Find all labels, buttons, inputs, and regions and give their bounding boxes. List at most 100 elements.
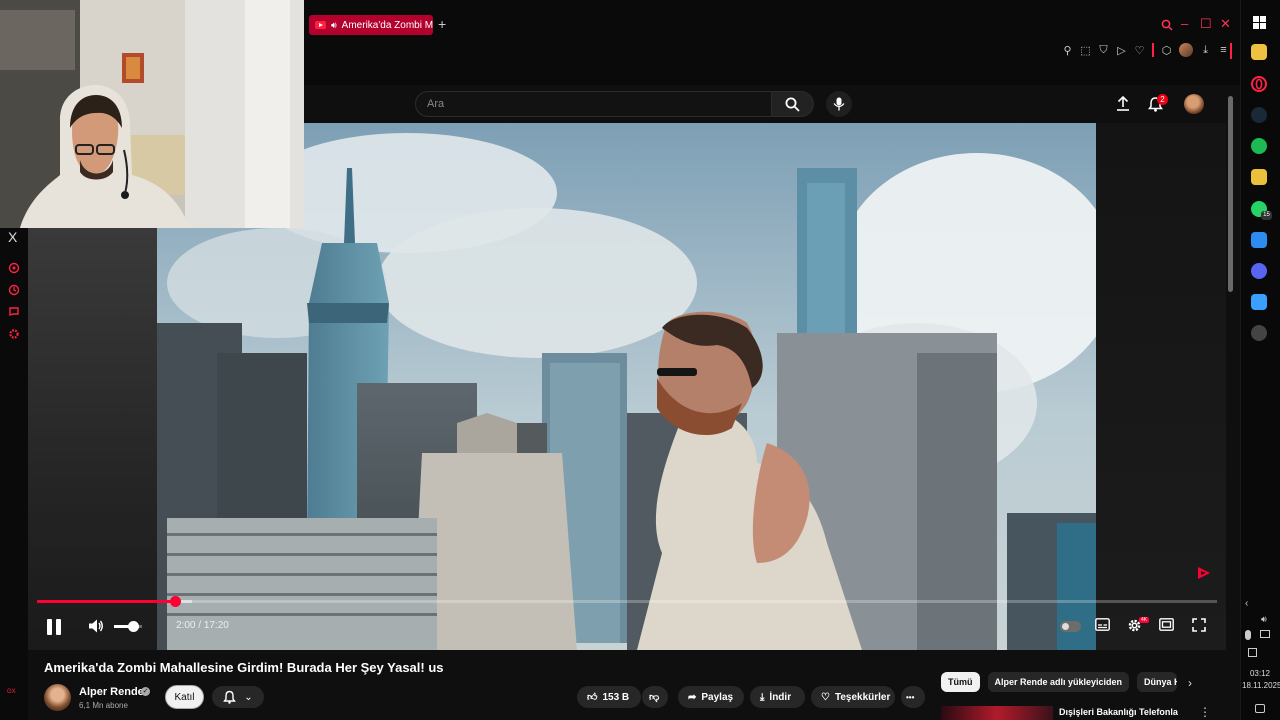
fullscreen-icon[interactable] — [1192, 618, 1206, 632]
search-button[interactable] — [772, 91, 814, 117]
bell-icon — [223, 690, 237, 704]
subscription-bell-button[interactable]: ⌄ — [212, 686, 264, 708]
autoplay-toggle[interactable] — [1060, 621, 1081, 632]
webcam-overlay — [0, 0, 304, 228]
recommendation-more-icon[interactable]: ⋮ — [1199, 705, 1211, 719]
recommendation-thumbnail[interactable] — [941, 706, 1053, 720]
spotify-icon[interactable] — [1251, 138, 1267, 154]
chevron-right-icon[interactable]: › — [1188, 676, 1192, 690]
app-icon[interactable] — [1251, 294, 1267, 310]
maximize-button[interactable]: ☐ — [1200, 16, 1212, 32]
profile-avatar[interactable] — [1179, 43, 1193, 57]
notifications-icon[interactable] — [1255, 704, 1265, 713]
file-explorer-icon[interactable] — [1251, 44, 1267, 60]
chip-all[interactable]: Tümü — [941, 672, 980, 692]
obs-icon[interactable] — [1251, 325, 1267, 341]
notification-badge: 2 — [1157, 94, 1168, 105]
chevron-left-icon[interactable]: ‹ — [1245, 598, 1248, 609]
windows-start-icon[interactable] — [1253, 16, 1266, 29]
thumbs-up-icon: 👍︎ — [587, 692, 598, 703]
display-icon[interactable] — [1248, 648, 1257, 657]
upload-icon[interactable] — [1116, 96, 1130, 111]
youtube-favicon-icon — [315, 21, 326, 29]
scrollbar[interactable] — [1228, 96, 1233, 292]
steam-icon[interactable] — [1251, 107, 1267, 123]
subtitles-icon[interactable] — [1095, 618, 1110, 631]
subscriber-count: 6,1 Mn abone — [79, 701, 128, 710]
time-separator: / — [195, 620, 204, 631]
discord-icon[interactable] — [1251, 263, 1267, 279]
microphone-icon — [833, 97, 845, 111]
volume-icon[interactable] — [88, 618, 104, 634]
chip-uploader[interactable]: Alper Rende adlı yükleyiciden — [987, 672, 1130, 692]
share-button[interactable]: ➦ Paylaş — [678, 686, 744, 708]
download-icon: ⤓ — [760, 691, 765, 703]
pin-icon[interactable]: ⚲ — [1062, 44, 1073, 57]
verified-check-icon: ✓ — [141, 687, 150, 696]
gx-sidebar — [0, 228, 28, 720]
progress-scrubber[interactable] — [170, 596, 181, 607]
more-actions-button[interactable]: ••• — [901, 686, 925, 708]
avatar[interactable] — [1184, 94, 1204, 114]
minimize-button[interactable]: – — [1181, 16, 1188, 32]
close-overlay-button[interactable]: X — [8, 229, 17, 245]
history-icon[interactable] — [8, 284, 20, 296]
browser-tab-active[interactable]: 🔊︎ Amerika'da Zombi Ma — [309, 15, 433, 35]
quality-badge: 4K — [1139, 617, 1149, 623]
close-window-button[interactable]: ✕ — [1220, 16, 1231, 32]
play-icon[interactable]: ▷ — [1116, 44, 1127, 57]
screen: 🔊︎ Amerika'da Zombi Ma + – ☐ ✕ ⚲ ⬚ ⛉ ▷ ♡… — [0, 0, 1280, 720]
taskbar-clock[interactable]: 03:12 18.11.2025 — [1242, 668, 1280, 692]
chip-world[interactable]: Dünya H — [1137, 672, 1178, 692]
time-display: 2:00 / 17:20 — [176, 620, 229, 631]
like-count: 153 B — [602, 691, 630, 703]
pause-button[interactable] — [44, 617, 64, 637]
thanks-button[interactable]: ♡ Teşekkürler — [811, 686, 895, 708]
heart-icon[interactable]: ♡ — [1134, 44, 1145, 57]
join-button[interactable]: Katıl — [165, 685, 204, 709]
thumbs-down-icon: 👎︎ — [649, 692, 660, 703]
extensions-icon[interactable]: ⬡ — [1161, 44, 1172, 57]
clock-date: 18.11.2025 — [1242, 681, 1280, 690]
gx-brand-label: GX — [7, 689, 16, 695]
volume-knob[interactable] — [128, 621, 139, 632]
notes-icon[interactable] — [1251, 169, 1267, 185]
new-tab-button[interactable]: + — [438, 16, 446, 32]
current-time: 2:00 — [176, 620, 196, 631]
channel-avatar[interactable] — [44, 684, 71, 711]
speaker-tray-icon[interactable]: 🔊︎ — [1261, 614, 1267, 625]
recommendation-chips: Tümü Alper Rende adlı yükleyiciden Dünya… — [941, 672, 1178, 692]
youtube-logo-icon — [1198, 567, 1210, 579]
download-label: İndir — [769, 691, 792, 703]
theater-mode-icon[interactable] — [1159, 618, 1174, 631]
download-button[interactable]: ⤓ İndir — [750, 686, 805, 708]
menu-icon[interactable]: ≡ — [1218, 44, 1229, 56]
dislike-button[interactable]: 👎︎ — [642, 686, 668, 708]
microphone-tray-icon[interactable] — [1245, 630, 1251, 640]
search-tabs-icon[interactable] — [1161, 19, 1173, 31]
download-icon[interactable]: ⤓ — [1200, 44, 1211, 57]
search-icon — [785, 97, 800, 112]
speaker-icon[interactable]: 🔊︎ — [331, 20, 337, 31]
gx-control-icon[interactable] — [8, 262, 20, 274]
network-icon[interactable] — [1260, 630, 1270, 638]
messenger-icon[interactable] — [8, 306, 20, 318]
store-icon[interactable] — [1251, 232, 1267, 248]
opera-gx-icon[interactable] — [1251, 76, 1267, 92]
shield-icon[interactable]: ⛉ — [1098, 44, 1109, 57]
duration: 17:20 — [203, 620, 229, 631]
snapshot-icon[interactable]: ⬚ — [1080, 44, 1091, 57]
search-input[interactable]: Ara — [415, 91, 772, 117]
video-title: Amerika'da Zombi Mahallesine Girdim! Bur… — [44, 660, 444, 675]
progress-track[interactable] — [37, 600, 1217, 603]
voice-search-button[interactable] — [826, 91, 852, 117]
settings-icon[interactable] — [8, 328, 20, 340]
channel-name[interactable]: Alper Rende — [79, 686, 144, 698]
recommendation-title[interactable]: Dışişleri Bakanlığı Telefonla — [1059, 707, 1178, 717]
thanks-label: Teşekkürler — [834, 691, 891, 703]
separator — [1152, 43, 1154, 57]
toolbar-extensions: ⚲ ⬚ ⛉ ▷ ♡ ⬡ ⤓ ≡ — [1062, 43, 1229, 57]
like-button[interactable]: 👍︎ 153 B — [577, 686, 641, 708]
heart-dollar-icon: ♡ — [821, 691, 830, 703]
tab-title: Amerika'da Zombi Ma — [341, 19, 433, 31]
